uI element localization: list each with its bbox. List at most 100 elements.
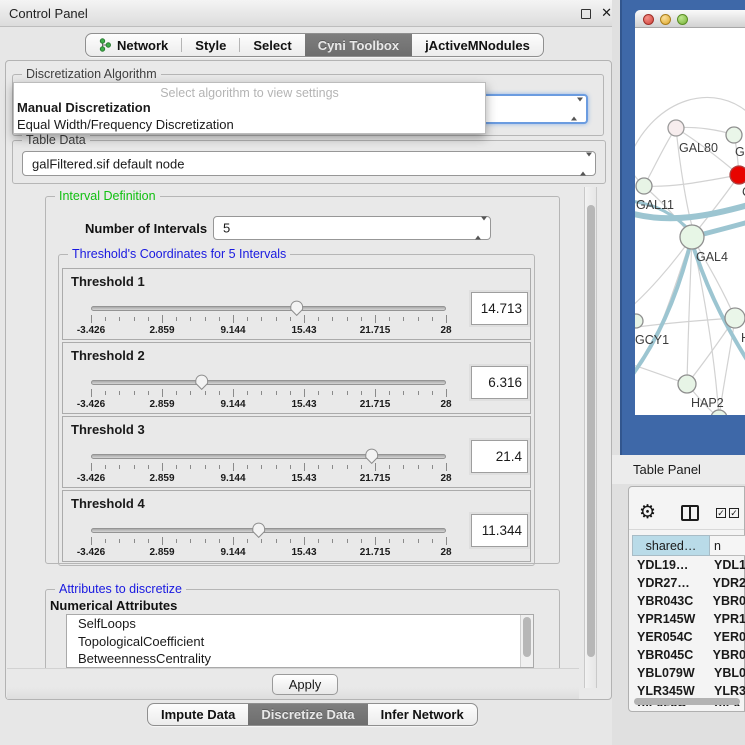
tab-jactivemnodules[interactable]: jActiveMNodules (412, 34, 543, 56)
slider-tick (389, 465, 390, 469)
threshold-panel: Threshold 2 -3.4262.8599.14415.4321.71528… (62, 342, 531, 414)
checkbox-icon[interactable]: ✓ (729, 508, 739, 518)
threshold-label: Threshold 2 (71, 348, 145, 363)
attribute-list-item[interactable]: TopologicalCoefficient (67, 633, 533, 651)
threshold-value-field[interactable]: 21.4 (471, 440, 528, 473)
network-node[interactable] (680, 225, 704, 249)
slider-tick (332, 539, 333, 543)
network-node[interactable] (635, 314, 643, 328)
slider-thumb[interactable] (289, 299, 304, 316)
network-node[interactable] (636, 178, 652, 194)
tab-infer-network[interactable]: Infer Network (368, 704, 477, 725)
attribute-list-item[interactable]: SelfLoops (67, 615, 533, 633)
close-traffic-light[interactable] (643, 14, 654, 25)
float-window-icon[interactable] (581, 9, 591, 19)
network-node[interactable] (711, 410, 727, 415)
split-view-icon[interactable] (681, 505, 699, 521)
slider-thumb[interactable] (194, 373, 209, 390)
slider-tick (261, 465, 262, 469)
slider-thumb[interactable] (364, 447, 379, 464)
dropdown-option-manual[interactable]: Manual Discretization (14, 100, 485, 117)
table-row[interactable]: YBL079WYBL0 (632, 664, 745, 682)
dropdown-option-equal-width[interactable]: Equal Width/Frequency Discretization (14, 117, 485, 134)
combo-spinner-icon[interactable] (571, 102, 578, 117)
threshold-slider[interactable]: -3.4262.8599.14415.4321.71528 (91, 373, 446, 411)
slider-tick (176, 317, 177, 321)
tab-style[interactable]: Style (182, 34, 239, 56)
table-row[interactable]: YBR043CYBR0 (632, 592, 745, 610)
column-header-name[interactable]: n (710, 535, 745, 556)
threshold-slider[interactable]: -3.4262.8599.14415.4321.71528 (91, 521, 446, 559)
tab-discretize-data[interactable]: Discretize Data (248, 704, 367, 725)
minimize-traffic-light[interactable] (660, 14, 671, 25)
zoom-traffic-light[interactable] (677, 14, 688, 25)
network-node[interactable] (725, 308, 745, 328)
dropdown-prompt: Select algorithm to view settings (14, 83, 485, 100)
table-row[interactable]: YDL19…YDL1 (632, 556, 745, 574)
slider-tick (205, 317, 206, 321)
slider-tick (276, 317, 277, 321)
cell-shared-name: YDR27… (632, 574, 709, 592)
tab-network[interactable]: Network (86, 34, 181, 56)
slider-tick (276, 539, 277, 543)
slider-tick (105, 317, 106, 321)
list-scrollbar-thumb[interactable] (523, 617, 531, 657)
threshold-value-field[interactable]: 14.713 (471, 292, 528, 325)
slider-track[interactable] (91, 306, 446, 311)
threshold-value-field[interactable]: 6.316 (471, 366, 528, 399)
slider-tick (318, 539, 319, 543)
tab-impute-data[interactable]: Impute Data (148, 704, 248, 725)
table-row[interactable]: YER054CYER0 (632, 628, 745, 646)
network-canvas[interactable]: GAL80GCGAL11GAL4GCY1HHAP2 (635, 28, 745, 415)
table-data-combobox[interactable]: galFiltered.sif default node (22, 151, 596, 176)
cell-shared-name: YBL079W (632, 664, 710, 682)
horizontal-scrollbar[interactable] (634, 698, 740, 705)
combo-spinner-icon[interactable] (475, 221, 482, 236)
threshold-slider[interactable]: -3.4262.8599.14415.4321.71528 (91, 299, 446, 337)
slider-tick (148, 465, 149, 469)
slider-tick (446, 537, 447, 545)
threshold-slider[interactable]: -3.4262.8599.14415.4321.71528 (91, 447, 446, 485)
tab-select[interactable]: Select (240, 34, 304, 56)
network-node[interactable] (730, 166, 745, 184)
slider-track[interactable] (91, 380, 446, 385)
apply-button[interactable]: Apply (272, 674, 338, 695)
checkbox-icon[interactable]: ✓ (716, 508, 726, 518)
table-row[interactable]: YPR145WYPR1 (632, 610, 745, 628)
network-node[interactable] (668, 120, 684, 136)
table-row[interactable]: YDR27…YDR2 (632, 574, 745, 592)
list-scrollbar[interactable] (520, 615, 533, 667)
tab-label: jActiveMNodules (425, 38, 530, 53)
tab-label: Discretize Data (261, 707, 354, 722)
discretization-algorithm-legend: Discretization Algorithm (22, 67, 161, 81)
slider-tick (304, 389, 305, 397)
network-node[interactable] (678, 375, 696, 393)
slider-tick (233, 315, 234, 323)
table-panel: ⚙ ✓ ✓ shared… n YDL19…YDL1YDR27…YDR2YBR0… (628, 486, 745, 712)
slider-track[interactable] (91, 528, 446, 533)
combo-spinner-icon[interactable] (580, 156, 587, 171)
panel-scrollbar-thumb[interactable] (587, 205, 595, 657)
numerical-attributes-list[interactable]: SelfLoopsTopologicalCoefficientBetweenne… (66, 614, 534, 668)
panel-scrollbar[interactable] (584, 187, 597, 688)
slider-track[interactable] (91, 454, 446, 459)
threshold-value-field[interactable]: 11.344 (471, 514, 528, 547)
slider-tick (247, 539, 248, 543)
number-of-intervals-combobox[interactable]: 5 (213, 216, 491, 240)
network-node[interactable] (726, 127, 742, 143)
slider-tick-label: 21.715 (360, 547, 391, 558)
tab-cyni-toolbox[interactable]: Cyni Toolbox (305, 34, 412, 56)
slider-tick (261, 317, 262, 321)
table-row[interactable]: YBR045CYBR0 (632, 646, 745, 664)
network-graph: GAL80GCGAL11GAL4GCY1HHAP2 (635, 28, 745, 415)
column-header-shared[interactable]: shared… (632, 535, 710, 556)
gear-icon[interactable]: ⚙ (639, 503, 656, 522)
control-panel: Control Panel ✕ NetworkStyleSelectCyni T… (0, 0, 620, 745)
cell-shared-name: YDL19… (632, 556, 710, 574)
slider-thumb[interactable] (251, 521, 266, 538)
attribute-list-item[interactable]: BetweennessCentrality (67, 650, 533, 668)
node-label: GCY1 (635, 333, 669, 347)
slider-tick-label: 9.144 (220, 547, 245, 558)
close-icon[interactable]: ✕ (601, 5, 612, 21)
slider-tick-label: 15.43 (291, 325, 316, 336)
